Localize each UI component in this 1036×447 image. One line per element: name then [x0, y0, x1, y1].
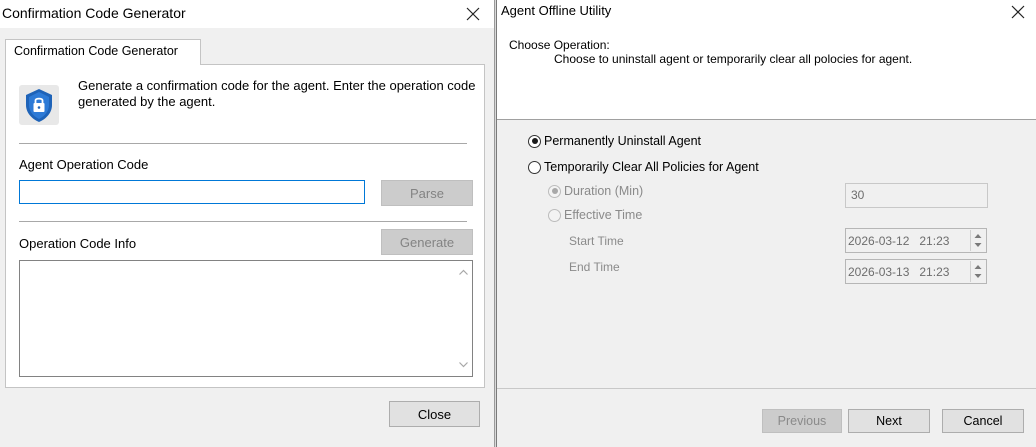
window-title: Agent Offline Utility	[501, 3, 612, 18]
end-time-picker[interactable]: 2026-03-13 21:23	[845, 259, 987, 284]
start-time-value: 2026-03-12 21:23	[848, 234, 950, 248]
radio-dot	[528, 134, 541, 148]
scroll-up-icon[interactable]	[458, 267, 469, 278]
spin-down-icon	[974, 243, 982, 247]
end-time-value: 2026-03-13 21:23	[848, 265, 950, 279]
close-icon[interactable]	[462, 3, 484, 25]
next-button[interactable]: Next	[848, 409, 930, 433]
header-subtitle: Choose to uninstall agent or temporarily…	[554, 52, 913, 66]
effective-time-radio[interactable]: Effective Time	[548, 208, 642, 222]
spin-up-icon	[974, 234, 982, 238]
parse-button[interactable]: Parse	[381, 180, 473, 206]
radio-label: Duration (Min)	[564, 184, 644, 198]
start-time-label: Start Time	[569, 234, 624, 248]
scroll-down-icon[interactable]	[458, 359, 469, 370]
divider	[19, 221, 467, 222]
start-time-picker[interactable]: 2026-03-12 21:23	[845, 228, 987, 253]
temporarily-clear-radio[interactable]: Temporarily Clear All Policies for Agent	[528, 160, 759, 174]
operation-code-info-label: Operation Code Info	[19, 236, 137, 251]
generate-button[interactable]: Generate	[381, 229, 473, 255]
spin-buttons[interactable]	[970, 230, 985, 251]
radio-label: Effective Time	[564, 208, 643, 222]
shield-lock-icon	[19, 85, 59, 125]
vertical-scrollbar[interactable]	[455, 261, 472, 376]
wizard-header: Choose Operation: Choose to uninstall ag…	[497, 24, 1036, 120]
description-text: Generate a confirmation code for the age…	[78, 78, 476, 109]
tab-confirmation-code-generator[interactable]: Confirmation Code Generator	[5, 39, 201, 65]
duration-input[interactable]: 30	[845, 183, 988, 208]
close-button[interactable]: Close	[389, 401, 480, 427]
confirmation-code-generator-window: Confirmation Code Generator Confirmation…	[0, 0, 495, 447]
duration-radio[interactable]: Duration (Min)	[548, 184, 643, 198]
radio-dot	[528, 160, 541, 174]
window-title: Confirmation Code Generator	[2, 5, 186, 21]
divider	[19, 143, 467, 144]
operation-code-info-textarea[interactable]	[19, 260, 473, 377]
cancel-button[interactable]: Cancel	[942, 409, 1024, 433]
spin-buttons[interactable]	[970, 261, 985, 282]
close-icon[interactable]	[1007, 1, 1029, 23]
radio-label: Permanently Uninstall Agent	[544, 134, 702, 148]
permanently-uninstall-radio[interactable]: Permanently Uninstall Agent	[528, 134, 701, 148]
radio-label: Temporarily Clear All Policies for Agent	[544, 160, 759, 174]
title-bar: Agent Offline Utility	[497, 0, 1036, 24]
radio-dot	[548, 208, 561, 222]
spin-up-icon	[974, 265, 982, 269]
agent-operation-code-input[interactable]	[19, 180, 365, 204]
radio-dot	[548, 184, 561, 198]
footer-divider	[497, 388, 1036, 389]
spin-down-icon	[974, 274, 982, 278]
agent-offline-utility-window: Agent Offline Utility Choose Operation: …	[496, 0, 1036, 447]
agent-operation-code-label: Agent Operation Code	[19, 157, 149, 172]
previous-button[interactable]: Previous	[762, 409, 842, 433]
end-time-label: End Time	[569, 260, 620, 274]
header-title: Choose Operation:	[509, 38, 610, 52]
title-bar: Confirmation Code Generator	[0, 0, 494, 28]
